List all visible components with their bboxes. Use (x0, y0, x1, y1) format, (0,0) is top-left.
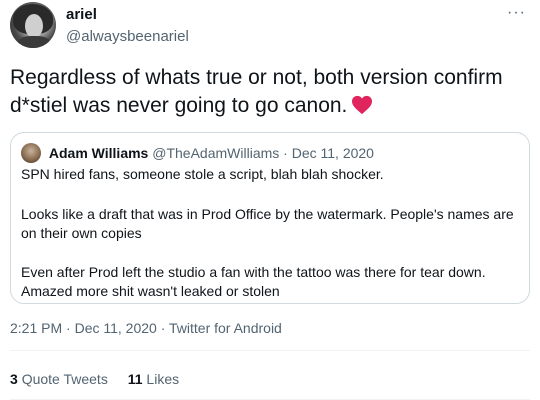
likes-label: Likes (146, 371, 180, 387)
tweet-stats: 3 Quote Tweets 11 Likes (10, 371, 195, 387)
author-handle[interactable]: @alwaysbeenariel (66, 28, 189, 45)
avatar[interactable] (10, 2, 56, 48)
tweet: ariel @alwaysbeenariel ··· Regardless of… (0, 0, 540, 400)
quoted-separator: · (283, 145, 288, 161)
tweet-text: Regardless of whats true or not, both ve… (10, 64, 530, 123)
quote-tweets-count: 3 (10, 371, 18, 387)
quoted-handle: @TheAdamWilliams (152, 145, 280, 161)
likes-count: 11 (127, 371, 143, 387)
likes-stat[interactable]: 11 Likes (128, 371, 179, 387)
avatar-body (18, 36, 50, 48)
avatar-face (25, 14, 43, 38)
red-heart-icon (351, 95, 373, 123)
quoted-display-name: Adam Williams (48, 145, 149, 161)
tweet-header: ariel @alwaysbeenariel ··· (10, 0, 530, 56)
quoted-paragraph: Even after Prod left the studio a fan wi… (21, 264, 486, 299)
divider (10, 350, 530, 351)
quoted-avatar (21, 143, 41, 163)
quoted-paragraph: SPN hired fans, someone stole a script, … (21, 166, 384, 182)
tweet-timestamp[interactable]: 2:21 PM · Dec 11, 2020 · Twitter for And… (10, 320, 282, 336)
author-display-name[interactable]: ariel (66, 6, 97, 23)
quote-tweets-stat[interactable]: 3 Quote Tweets (10, 371, 112, 387)
tweet-body: Regardless of whats true or not, both ve… (10, 66, 503, 117)
more-options-icon[interactable]: ··· (507, 4, 526, 22)
quoted-paragraph: Looks like a draft that was in Prod Offi… (21, 206, 514, 241)
quoted-date: Dec 11, 2020 (291, 145, 374, 161)
quote-tweets-label: Quote Tweets (21, 371, 108, 387)
quoted-tweet[interactable]: Adam Williams @TheAdamWilliams · Dec 11,… (10, 132, 530, 304)
quoted-tweet-header: Adam Williams @TheAdamWilliams · Dec 11,… (21, 143, 374, 163)
